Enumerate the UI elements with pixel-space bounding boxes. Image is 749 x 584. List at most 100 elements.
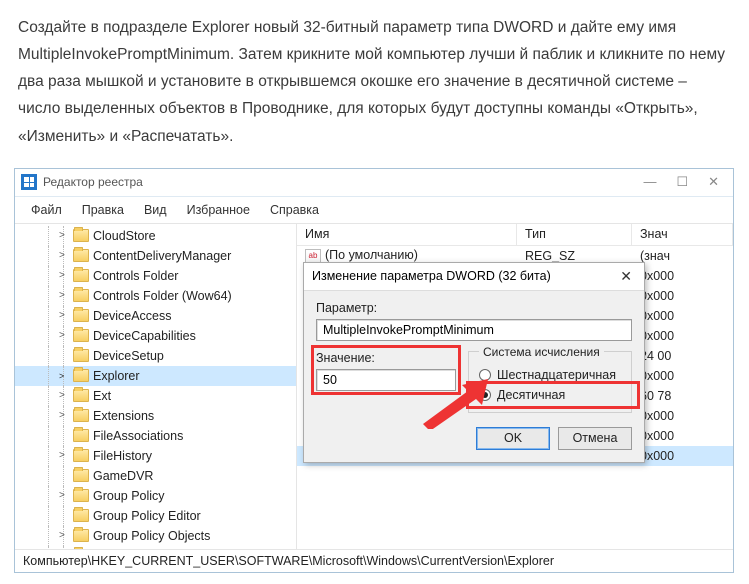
radix-hex-row[interactable]: Шестнадцатеричная xyxy=(479,368,621,382)
folder-icon xyxy=(73,289,89,302)
chevron-icon: > xyxy=(59,310,69,321)
folder-icon xyxy=(73,509,89,522)
statusbar: Компьютер\HKEY_CURRENT_USER\SOFTWARE\Mic… xyxy=(15,549,733,572)
radio-dec[interactable] xyxy=(479,389,491,401)
tree-item[interactable]: > Group Policy xyxy=(15,486,296,506)
col-header-type[interactable]: Тип xyxy=(517,224,632,245)
menubar: Файл Правка Вид Избранное Справка xyxy=(15,197,733,224)
menu-favorites[interactable]: Избранное xyxy=(179,201,258,219)
folder-icon xyxy=(73,529,89,542)
value-data: 0x000 xyxy=(632,269,733,283)
menu-view[interactable]: Вид xyxy=(136,201,175,219)
value-type: REG_SZ xyxy=(517,249,632,263)
chevron-icon: > xyxy=(59,230,69,241)
tree-item[interactable]: > ContentDeliveryManager xyxy=(15,246,296,266)
titlebar: Редактор реестра — ☐ ✕ xyxy=(15,169,733,197)
tree-item-label: FileAssociations xyxy=(93,429,183,443)
regedit-window: Редактор реестра — ☐ ✕ Файл Правка Вид И… xyxy=(14,168,734,573)
folder-icon xyxy=(73,229,89,242)
folder-icon xyxy=(73,449,89,462)
edit-dword-dialog: Изменение параметра DWORD (32 бита) ✕ Па… xyxy=(303,262,645,463)
tree-item-label: Group Policy xyxy=(93,489,165,503)
tree-item[interactable]: Group Policy Editor xyxy=(15,506,296,526)
cancel-button[interactable]: Отмена xyxy=(558,427,632,450)
folder-icon xyxy=(73,409,89,422)
radix-hex-label: Шестнадцатеричная xyxy=(497,368,616,382)
tree-item-label: Controls Folder (Wow64) xyxy=(93,289,232,303)
chevron-icon: > xyxy=(59,530,69,541)
radix-dec-row[interactable]: Десятичная xyxy=(479,388,621,402)
col-header-name[interactable]: Имя xyxy=(297,224,517,245)
tree-item-label: Group Policy Editor xyxy=(93,509,201,523)
chevron-icon: > xyxy=(59,371,69,381)
chevron-icon: > xyxy=(59,250,69,261)
article-paragraph: Создайте в подразделе Explorer новый 32-… xyxy=(0,0,749,160)
folder-icon xyxy=(73,429,89,442)
value-data: 0x000 xyxy=(632,429,733,443)
value-label: Значение: xyxy=(316,351,456,365)
tree-item-label: Controls Folder xyxy=(93,269,178,283)
tree-item[interactable]: >DeviceAccess xyxy=(15,306,296,326)
chevron-icon: > xyxy=(59,330,69,341)
radix-legend: Система исчисления xyxy=(479,345,604,359)
value-data: 0x000 xyxy=(632,409,733,423)
tree-item[interactable]: GameDVR xyxy=(15,466,296,486)
tree-item-label: Group Policy Objects xyxy=(93,529,210,543)
list-header: Имя Тип Знач xyxy=(297,224,733,246)
radix-fieldset: Система исчисления Шестнадцатеричная Дес… xyxy=(468,351,632,413)
tree-item-label: ContentDeliveryManager xyxy=(93,249,231,263)
value-input[interactable] xyxy=(316,369,456,391)
value-data: 0x000 xyxy=(632,289,733,303)
value-data: (знач xyxy=(632,249,733,263)
chevron-icon: > xyxy=(59,490,69,501)
close-button[interactable]: ✕ xyxy=(708,174,719,190)
tree-item-label: Explorer xyxy=(93,369,140,383)
tree-panel[interactable]: >CloudStore>ContentDeliveryManager>Contr… xyxy=(15,224,297,549)
chevron-icon: > xyxy=(59,390,69,401)
tree-item[interactable]: > Explorer xyxy=(15,366,296,386)
value-data: 0x000 xyxy=(632,369,733,383)
folder-icon xyxy=(73,249,89,262)
tree-item-label: CloudStore xyxy=(93,229,156,243)
tree-item-label: DeviceSetup xyxy=(93,349,164,363)
folder-icon xyxy=(73,469,89,482)
value-data: 0x000 xyxy=(632,309,733,323)
tree-item[interactable]: > CloudStore xyxy=(15,226,296,246)
param-name-input xyxy=(316,319,632,341)
menu-help[interactable]: Справка xyxy=(262,201,327,219)
tree-item[interactable]: >HomeGroup xyxy=(15,546,296,549)
tree-item[interactable]: > Ext xyxy=(15,386,296,406)
chevron-icon: > xyxy=(59,450,69,461)
radio-hex[interactable] xyxy=(479,369,491,381)
minimize-button[interactable]: — xyxy=(643,174,656,190)
tree-item-label: Ext xyxy=(93,389,111,403)
tree-item[interactable]: DeviceSetup xyxy=(15,346,296,366)
folder-icon xyxy=(73,329,89,342)
folder-icon xyxy=(73,489,89,502)
tree-item[interactable]: >Extensions xyxy=(15,406,296,426)
list-panel[interactable]: Имя Тип Знач (По умолчанию)REG_SZ(знач0x… xyxy=(297,224,733,549)
folder-icon xyxy=(73,309,89,322)
ok-button[interactable]: OK xyxy=(476,427,550,450)
maximize-button[interactable]: ☐ xyxy=(676,174,688,190)
value-data: 0x000 xyxy=(632,449,733,463)
folder-icon xyxy=(73,389,89,402)
menu-edit[interactable]: Правка xyxy=(74,201,132,219)
folder-icon xyxy=(73,349,89,362)
tree-item[interactable]: FileAssociations xyxy=(15,426,296,446)
dialog-title: Изменение параметра DWORD (32 бита) xyxy=(312,269,616,283)
tree-item[interactable]: >DeviceCapabilities xyxy=(15,326,296,346)
tree-item[interactable]: >Controls Folder (Wow64) xyxy=(15,286,296,306)
tree-item-label: FileHistory xyxy=(93,449,152,463)
menu-file[interactable]: Файл xyxy=(23,201,70,219)
tree-item[interactable]: >Controls Folder xyxy=(15,266,296,286)
folder-icon xyxy=(73,369,89,382)
tree-item[interactable]: > FileHistory xyxy=(15,446,296,466)
dialog-close-button[interactable]: ✕ xyxy=(616,268,636,285)
chevron-icon: > xyxy=(59,410,69,421)
value-data: 24 00 xyxy=(632,349,733,363)
regedit-icon xyxy=(21,174,37,190)
col-header-value[interactable]: Знач xyxy=(632,224,733,245)
tree-item[interactable]: > Group Policy Objects xyxy=(15,526,296,546)
tree-item-label: GameDVR xyxy=(93,469,153,483)
